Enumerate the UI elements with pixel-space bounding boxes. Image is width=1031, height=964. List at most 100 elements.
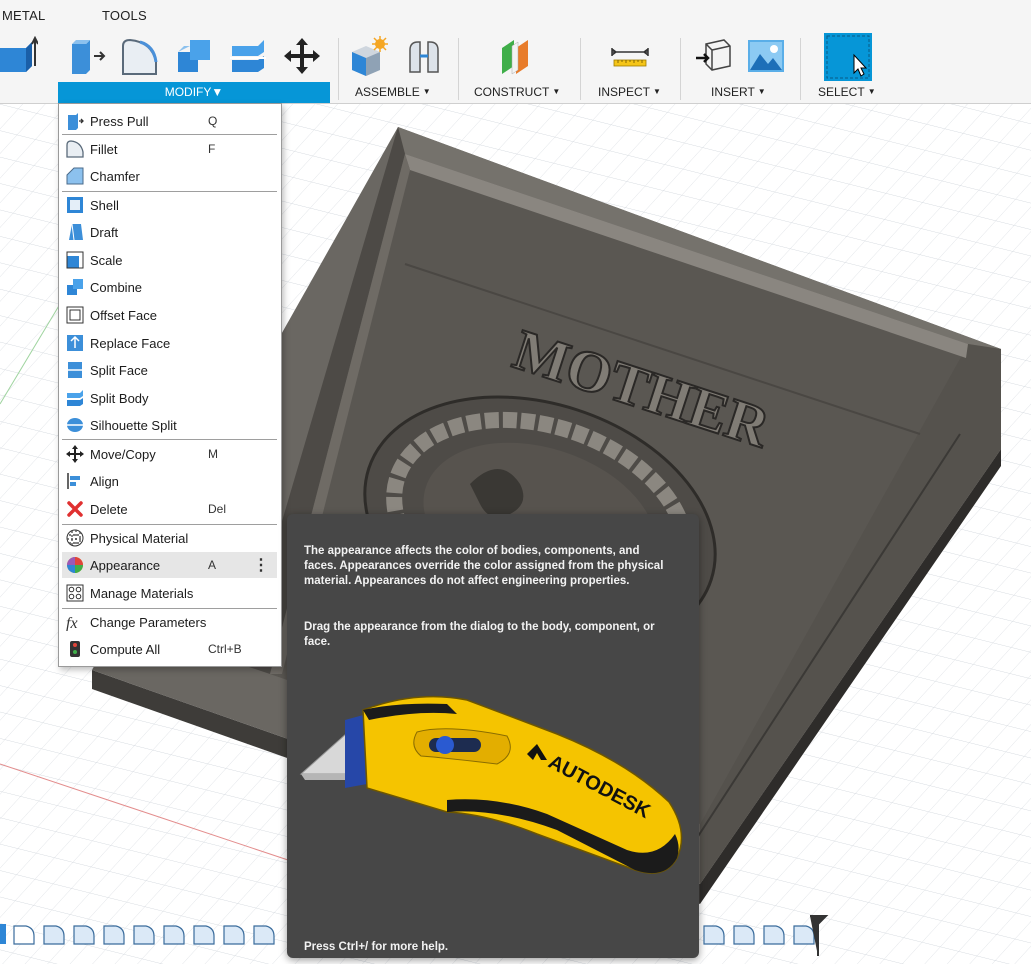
manage-materials-icon [66, 584, 84, 602]
timeline-feature-icon[interactable] [73, 925, 95, 945]
new-component-icon[interactable] [350, 36, 390, 76]
menu-item-label: Silhouette Split [90, 418, 177, 433]
tab-tools[interactable]: TOOLS [102, 8, 147, 23]
menu-item-physical-material[interactable]: Physical Material [62, 525, 277, 551]
menu-item-label: Draft [90, 225, 119, 240]
appearance-icon [66, 556, 84, 574]
more-options-icon[interactable]: ⋮ [253, 555, 269, 575]
menu-item-offset-face[interactable]: Offset Face [62, 302, 277, 328]
menu-item-chamfer[interactable]: Chamfer [62, 163, 277, 189]
construct-group-button[interactable]: CONSTRUCT ▼ [474, 85, 560, 99]
silhouette-split-icon [66, 416, 84, 434]
menu-item-shortcut: Ctrl+B [208, 642, 242, 656]
split-body-icon[interactable] [228, 36, 268, 76]
menu-item-label: Scale [90, 253, 123, 268]
offset-plane-icon[interactable] [498, 36, 538, 76]
timeline-feature-icon[interactable] [163, 925, 185, 945]
toolbar: METAL TOOLS MODIFY▼ ASSEMBLE ▼ CONSTRUCT ▼… [0, 0, 1031, 104]
toolbar-separator [458, 38, 459, 100]
menu-item-align[interactable]: Align [62, 468, 277, 494]
insert-group-button[interactable]: INSERT ▼ [711, 85, 766, 99]
menu-item-shortcut: M [208, 447, 218, 461]
split-body-icon [66, 389, 84, 407]
menu-item-label: Split Face [90, 363, 148, 378]
menu-item-manage-materials[interactable]: Manage Materials [62, 580, 277, 606]
modify-dropdown-menu: Press Pull Q Fillet F Chamfer Shell Draft Scale… [58, 103, 282, 667]
menu-separator [62, 608, 277, 609]
menu-item-shortcut: Q [208, 114, 218, 128]
joint-icon[interactable] [404, 36, 444, 76]
measure-icon[interactable] [610, 36, 650, 76]
timeline-feature-icon[interactable] [223, 925, 245, 945]
menu-item-replace-face[interactable]: Replace Face [62, 330, 277, 356]
press-pull-icon [66, 112, 84, 130]
menu-item-combine[interactable]: Combine [62, 274, 277, 300]
assemble-label: ASSEMBLE [355, 85, 420, 99]
menu-item-shell[interactable]: Shell [62, 192, 277, 218]
menu-item-silhouette-split[interactable]: Silhouette Split [62, 412, 277, 438]
modify-group-button[interactable]: MODIFY▼ [58, 82, 330, 103]
menu-separator [62, 439, 277, 440]
menu-item-split-body[interactable]: Split Body [62, 385, 277, 411]
toolbar-separator [800, 38, 801, 100]
menu-item-delete[interactable]: Delete Del [62, 496, 277, 522]
menu-item-shortcut: Del [208, 502, 227, 516]
svg-text:fx: fx [66, 615, 78, 631]
timeline-feature-icon[interactable] [793, 925, 815, 945]
timeline-bar [0, 912, 1031, 956]
toolbar-separator [580, 38, 581, 100]
draft-icon [66, 223, 84, 241]
insert-canvas-icon[interactable] [746, 36, 786, 76]
menu-item-compute-all[interactable]: Compute All Ctrl+B [62, 636, 277, 662]
inspect-group-button[interactable]: INSPECT ▼ [598, 85, 661, 99]
timeline-feature-icon[interactable] [703, 925, 725, 945]
menu-item-shortcut: A [208, 558, 217, 572]
caret-down-icon: ▼ [757, 87, 766, 96]
menu-separator [62, 191, 277, 192]
menu-item-split-face[interactable]: Split Face [62, 357, 277, 383]
menu-item-appearance[interactable]: Appearance A ⋮ [62, 552, 277, 578]
timeline-start-icon[interactable] [0, 924, 6, 944]
caret-down-icon: ▼ [552, 87, 561, 96]
combine-icon[interactable] [174, 36, 214, 76]
insert-mesh-icon[interactable] [694, 36, 734, 76]
combine-icon [66, 278, 84, 296]
menu-item-change-parameters[interactable]: fx Change Parameters [62, 609, 277, 635]
caret-down-icon: ▼ [867, 87, 876, 96]
select-group-button[interactable]: SELECT ▼ [818, 85, 876, 99]
menu-item-fillet[interactable]: Fillet F [62, 136, 277, 162]
change-parameters-icon: fx [66, 613, 84, 631]
menu-item-shortcut: F [208, 142, 216, 156]
tooltip-instruction: Drag the appearance from the dialog to t… [304, 621, 655, 648]
assemble-group-button[interactable]: ASSEMBLE ▼ [355, 85, 431, 99]
select-icon[interactable] [824, 33, 872, 81]
menu-item-label: Physical Material [90, 531, 189, 546]
construct-label: CONSTRUCT [474, 85, 550, 99]
move-icon[interactable] [282, 36, 322, 76]
timeline-feature-icon[interactable] [133, 925, 155, 945]
timeline-feature-icon[interactable] [763, 925, 785, 945]
timeline-feature-icon[interactable] [13, 925, 35, 945]
timeline-feature-icon[interactable] [103, 925, 125, 945]
press-pull-icon[interactable] [68, 36, 108, 76]
menu-item-move-copy[interactable]: Move/Copy M [62, 441, 277, 467]
menu-item-draft[interactable]: Draft [62, 219, 277, 245]
timeline-feature-icon[interactable] [253, 925, 275, 945]
physical-material-icon [66, 529, 84, 547]
fillet-icon[interactable] [120, 36, 160, 76]
timeline-feature-icon[interactable] [733, 925, 755, 945]
extrude-icon[interactable] [0, 36, 38, 76]
inspect-label: INSPECT [598, 85, 651, 99]
chamfer-icon [66, 167, 84, 185]
menu-item-scale[interactable]: Scale [62, 247, 277, 273]
menu-item-label: Shell [90, 198, 119, 213]
timeline-feature-icon[interactable] [43, 925, 65, 945]
delete-icon [66, 500, 84, 518]
tab-sheet-metal[interactable]: METAL [2, 8, 45, 23]
menu-item-label: Delete [90, 502, 128, 517]
menu-item-label: Chamfer [90, 169, 140, 184]
menu-item-press-pull[interactable]: Press Pull Q [62, 108, 277, 134]
menu-item-label: Fillet [90, 142, 118, 157]
timeline-feature-icon[interactable] [193, 925, 215, 945]
menu-item-label: Manage Materials [90, 586, 194, 601]
